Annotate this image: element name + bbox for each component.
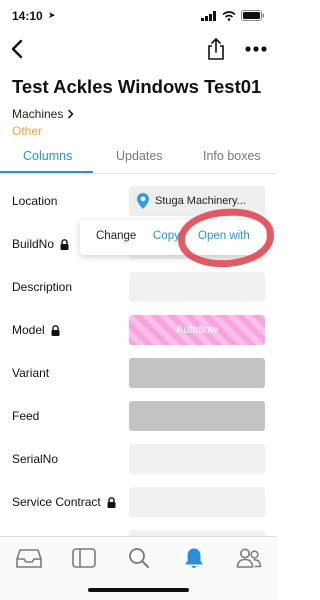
- chevron-right-icon: [68, 109, 74, 119]
- tab-updates[interactable]: Updates: [116, 149, 163, 163]
- nav-bar: [0, 32, 277, 66]
- model-label-text: Model: [12, 323, 45, 337]
- location-arrow-icon: ➤: [48, 10, 56, 20]
- buildno-label: BuildNo: [12, 237, 69, 251]
- more-horizontal-icon: [245, 46, 267, 52]
- variant-label-text: Variant: [12, 366, 50, 380]
- model-label: Model: [12, 323, 60, 337]
- tab-bar: Columns Updates Info boxes: [0, 144, 277, 174]
- service-contract-field: [129, 487, 265, 517]
- status-indicators: [201, 10, 265, 21]
- lock-icon: [60, 238, 69, 250]
- variant-field[interactable]: [129, 358, 265, 388]
- map-pin-icon: [137, 193, 149, 209]
- battery-icon: [241, 10, 264, 21]
- inbox-icon[interactable]: [16, 547, 42, 569]
- back-button[interactable]: [6, 36, 30, 62]
- serialno-label: SerialNo: [12, 452, 58, 466]
- active-tab-indicator: [0, 171, 93, 173]
- menu-copy[interactable]: Copy: [153, 230, 180, 242]
- status-label[interactable]: Other: [12, 124, 42, 138]
- more-options-button[interactable]: [242, 36, 270, 62]
- service-contract-label: Service Contract: [12, 495, 116, 509]
- home-indicator: [88, 588, 189, 592]
- description-field[interactable]: [129, 272, 265, 302]
- model-value: Autoflow: [175, 324, 219, 336]
- signal-icon: [201, 10, 216, 21]
- sidebar-icon[interactable]: [71, 547, 97, 569]
- status-time: 14:10: [12, 9, 43, 23]
- search-icon[interactable]: [126, 547, 152, 569]
- page-title: Test Ackles Windows Test01: [12, 76, 262, 97]
- breadcrumb-label: Machines: [12, 107, 64, 121]
- location-label: Location: [12, 194, 57, 208]
- lock-icon: [51, 324, 60, 336]
- feed-field[interactable]: [129, 401, 265, 431]
- feed-label-text: Feed: [12, 409, 40, 423]
- lock-icon: [107, 496, 116, 508]
- tab-columns[interactable]: Columns: [23, 149, 72, 163]
- chevron-left-icon: [11, 39, 23, 59]
- status-bar: 14:10 ➤: [0, 0, 277, 32]
- service-contract-label-text: Service Contract: [12, 495, 101, 509]
- tab-info-boxes[interactable]: Info boxes: [203, 149, 261, 163]
- bell-icon[interactable]: [181, 547, 207, 569]
- share-icon: [208, 38, 224, 60]
- description-label: Description: [12, 280, 72, 294]
- serialno-field[interactable]: [129, 444, 265, 474]
- share-button[interactable]: [204, 36, 228, 62]
- location-value: Stuga Machinery...: [155, 195, 246, 207]
- breadcrumb[interactable]: Machines: [12, 107, 74, 121]
- variant-label: Variant: [12, 366, 49, 380]
- people-icon[interactable]: [236, 547, 262, 569]
- menu-change[interactable]: Change: [96, 230, 136, 242]
- serialno-label-text: SerialNo: [12, 452, 59, 466]
- wifi-icon: [222, 10, 236, 21]
- description-label-text: Description: [12, 280, 73, 294]
- feed-label: Feed: [12, 409, 39, 423]
- buildno-label-text: BuildNo: [12, 237, 55, 251]
- location-label-text: Location: [12, 194, 58, 208]
- model-field: Autoflow: [129, 315, 265, 345]
